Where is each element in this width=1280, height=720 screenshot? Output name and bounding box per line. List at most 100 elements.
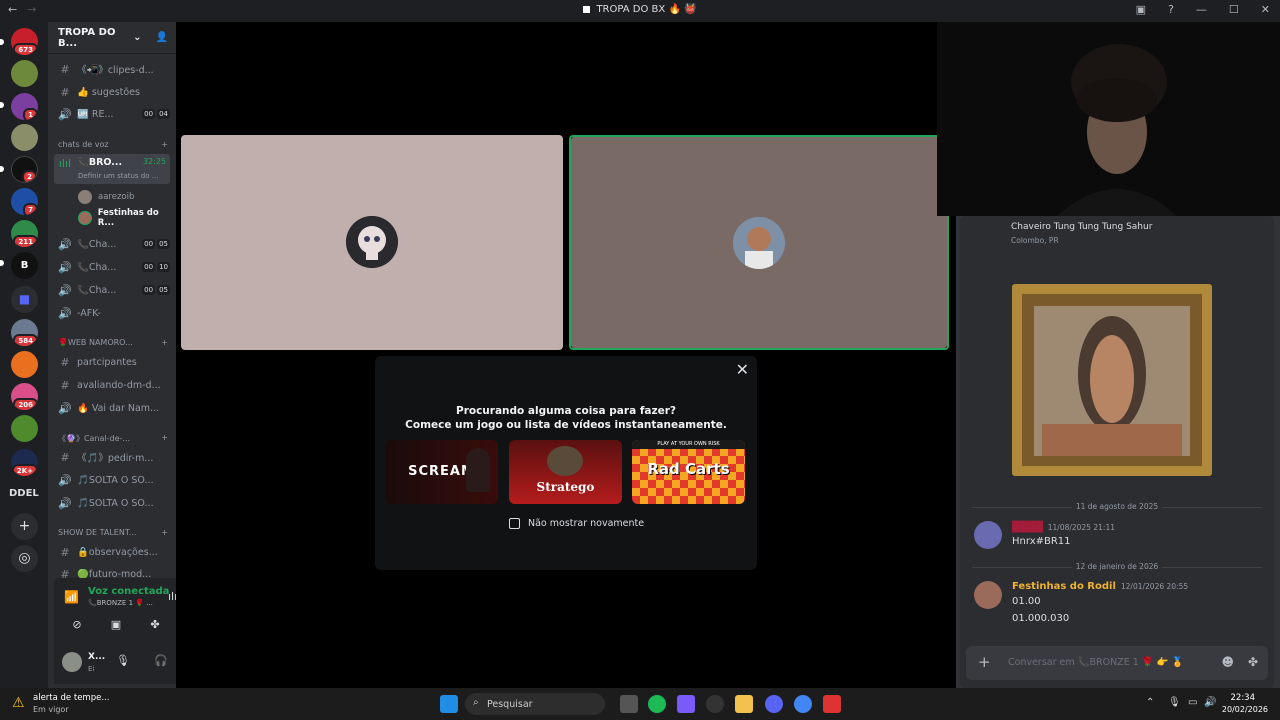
game-card-radcarts[interactable]: PLAY AT YOUR OWN RISK Rad Carts xyxy=(632,440,745,504)
discord-icon[interactable] xyxy=(765,695,783,713)
add-channel-icon[interactable]: + xyxy=(161,338,168,347)
server-icon[interactable]: 211 xyxy=(11,220,38,247)
channel-vaidar[interactable]: 🔊 🔥 Vai dar Nam... xyxy=(54,398,170,418)
weather-alert-icon[interactable]: ⚠ xyxy=(12,695,25,711)
minimize-icon[interactable]: — xyxy=(1196,3,1207,16)
channel-pedir[interactable]: # 《🎵》pedir-m... xyxy=(54,447,170,467)
add-channel-icon[interactable]: + xyxy=(161,433,168,444)
server-icon[interactable]: 7 xyxy=(11,188,38,215)
server-icon[interactable]: 2K+ xyxy=(11,449,38,476)
channel-afk[interactable]: 🔊 -AFK- xyxy=(54,303,170,323)
add-server-icon[interactable]: + xyxy=(11,513,38,540)
chevron-up-icon[interactable]: ⌃ xyxy=(1146,697,1154,708)
channel-solta-2[interactable]: 🔊 🎵SOLTA O SO... xyxy=(54,493,170,513)
channel-solta-1[interactable]: 🔊 🎵SOLTA O SO... xyxy=(54,470,170,490)
server-icon[interactable]: 206 xyxy=(11,383,38,410)
start-icon[interactable] xyxy=(440,695,458,713)
activity-icon[interactable]: ✤ xyxy=(140,616,170,634)
voice-channel-name[interactable]: 📞BRONZE 1 🌹 ... xyxy=(88,599,153,607)
channel-clipes[interactable]: # 《📲》clipes-d... xyxy=(54,59,170,79)
category-voice[interactable]: chats de voz + xyxy=(58,140,168,149)
microphone-icon[interactable]: 🎙 xyxy=(116,654,130,667)
channel-cha-1[interactable]: 🔊 📞Cha... 00 05 xyxy=(54,234,170,254)
voice-status-text[interactable]: Definir um status do ... xyxy=(78,172,158,180)
channel-cha-3[interactable]: 🔊 📞Cha... 00 05 xyxy=(54,280,170,300)
folder-icon[interactable]: ■ xyxy=(11,286,38,313)
voice-status[interactable]: Voz conectada xyxy=(88,586,169,597)
category-canal[interactable]: 《🔮》Canal-de-... + xyxy=(58,433,168,444)
participant-tile-speaking[interactable] xyxy=(569,135,949,350)
avatar[interactable] xyxy=(62,652,82,672)
category-talent[interactable]: SHOW DE TALENT... + xyxy=(58,528,168,537)
speaker-icon: 🔊 xyxy=(58,260,72,274)
spotify-icon[interactable] xyxy=(648,695,666,713)
server-icon[interactable] xyxy=(11,60,38,87)
add-channel-icon[interactable]: + xyxy=(161,140,168,149)
app-icon[interactable] xyxy=(823,695,841,713)
voice-member[interactable]: aarezoib xyxy=(78,188,134,206)
screen-share-icon[interactable]: ▣ xyxy=(101,616,131,634)
microphone-tray-icon[interactable]: 🎙 xyxy=(1168,697,1181,708)
avatar[interactable] xyxy=(974,581,1002,609)
server-icon[interactable]: 2 xyxy=(11,156,38,183)
game-card-stratego[interactable]: Stratego xyxy=(509,440,622,504)
server-icon[interactable] xyxy=(11,124,38,151)
game-tagline: PLAY AT YOUR OWN RISK xyxy=(632,440,745,449)
signal-icon[interactable]: 📶 xyxy=(64,590,79,604)
chrome-icon[interactable] xyxy=(794,695,812,713)
explore-icon[interactable]: ◎ xyxy=(11,545,38,572)
apps-icon[interactable]: ✤ xyxy=(1248,655,1258,669)
weather-title[interactable]: alerta de tempe... xyxy=(33,693,109,703)
network-icon[interactable]: ▭ xyxy=(1188,697,1197,708)
invite-icon[interactable]: 👤 xyxy=(156,32,168,43)
server-icon[interactable]: B xyxy=(11,252,38,279)
message-author[interactable]: Festinhas do Rodil 12/01/2026 20:55 xyxy=(1012,581,1188,592)
help-icon[interactable]: ? xyxy=(1168,3,1174,16)
server-icon[interactable] xyxy=(11,351,38,378)
channel-re[interactable]: 🔊 🆙 RE... 00 04 xyxy=(54,104,170,124)
participant-tile[interactable] xyxy=(181,135,563,350)
server-icon[interactable] xyxy=(11,415,38,442)
taskbar-search[interactable]: ⌕ Pesquisar xyxy=(465,693,605,715)
category-web[interactable]: 🌹WEB NAMORO... + xyxy=(58,338,168,347)
file-explorer-icon[interactable] xyxy=(735,695,753,713)
portrait-image[interactable] xyxy=(1012,284,1212,476)
volume-icon[interactable]: 🔊 xyxy=(1204,697,1216,708)
chat-input[interactable]: + Conversar em 📞BRONZE 1 🌹 👉 🏅 ☻ ✤ xyxy=(966,646,1268,680)
camera-off-icon[interactable]: ⊘ xyxy=(62,616,92,634)
message-author[interactable]: ████ 11/08/2025 21:11 xyxy=(1012,522,1115,533)
server-icon[interactable]: 1 xyxy=(11,93,38,120)
checkbox[interactable] xyxy=(509,518,520,529)
channel-observacoes[interactable]: # 🔒observações... xyxy=(54,542,170,562)
avatar[interactable] xyxy=(974,521,1002,549)
message-text: 01.00 xyxy=(1012,596,1041,607)
maximize-icon[interactable]: ☐ xyxy=(1229,3,1239,16)
server-icon[interactable]: 584 xyxy=(11,319,38,346)
headphones-icon[interactable]: 🎧 xyxy=(154,654,168,667)
add-channel-icon[interactable]: + xyxy=(161,528,168,537)
channel-cha-2[interactable]: 🔊 📞Cha... 00 10 xyxy=(54,257,170,277)
channel-participantes[interactable]: # partcipantes xyxy=(54,352,170,372)
server-icon[interactable]: 673 xyxy=(11,28,38,55)
guild-header[interactable]: TROPA DO B... ⌄ 👤 xyxy=(48,22,176,54)
copilot-icon[interactable] xyxy=(677,695,695,713)
chevron-down-icon: ⌄ xyxy=(133,32,142,43)
dont-show-again[interactable]: Não mostrar novamente xyxy=(509,518,644,529)
voice-member[interactable]: Festinhas do R... xyxy=(78,208,176,228)
channel-sugestoes[interactable]: # 👍 sugestões xyxy=(54,82,170,102)
close-window-icon[interactable]: ✕ xyxy=(1261,3,1270,16)
server-label[interactable]: DDEL xyxy=(9,488,39,499)
noise-suppression-icon[interactable]: ılı xyxy=(168,590,176,603)
close-icon[interactable]: ✕ xyxy=(736,360,749,379)
game-card-scream[interactable]: SCREAM xyxy=(385,440,498,504)
unread-pill xyxy=(0,102,4,108)
add-attachment-icon[interactable]: + xyxy=(978,653,991,671)
task-view-icon[interactable] xyxy=(620,695,638,713)
inbox-icon[interactable]: ▣ xyxy=(1136,3,1146,16)
clock-time[interactable]: 22:34 xyxy=(1231,693,1256,703)
emoji-icon[interactable]: ☻ xyxy=(1221,655,1234,669)
channel-avaliando[interactable]: # avaliando-dm-d... xyxy=(54,375,170,395)
username[interactable]: X... xyxy=(88,652,105,662)
clock-date[interactable]: 20/02/2026 xyxy=(1222,705,1268,714)
app-icon[interactable] xyxy=(706,695,724,713)
